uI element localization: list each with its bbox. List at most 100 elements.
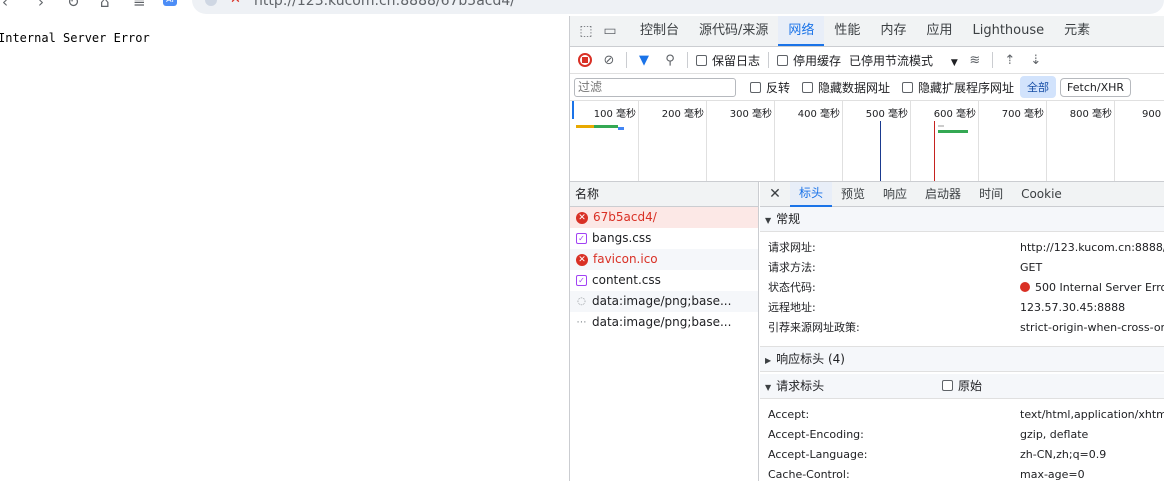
header-key: 请求网址:: [768, 241, 816, 254]
back-icon[interactable]: ‹: [2, 0, 8, 10]
hide-extension-urls-checkbox[interactable]: 隐藏扩展程序网址: [902, 79, 1014, 96]
checkbox-icon[interactable]: [802, 81, 814, 93]
section-title: 响应标头 (4): [776, 352, 845, 366]
tab-headers[interactable]: 标头: [790, 182, 833, 207]
record-button[interactable]: [578, 53, 592, 67]
reload-icon[interactable]: ↻: [67, 0, 80, 10]
raw-checkbox[interactable]: 原始: [942, 374, 982, 399]
header-key: Accept:: [768, 408, 810, 421]
network-overview[interactable]: 100 毫秒 200 毫秒 300 毫秒 400 毫秒 500 毫秒 600 毫…: [570, 101, 1164, 182]
header-row: 引荐来源网址政策: strict-origin-when-cross-origi…: [760, 318, 1164, 338]
tick-label: 700 毫秒: [1001, 109, 1044, 120]
raw-label: 原始: [958, 379, 983, 393]
device-toolbar-icon[interactable]: ▭: [598, 16, 622, 46]
list-item[interactable]: ✓ content.css: [570, 270, 758, 291]
page-body-text: Internal Server Error: [0, 31, 150, 45]
hide-data-urls-checkbox[interactable]: 隐藏数据网址: [802, 79, 890, 96]
tab-memory[interactable]: 内存: [870, 16, 916, 46]
error-icon: ✕: [576, 211, 588, 224]
throttle-label: 已停用节流模式: [849, 53, 934, 68]
tick-label: 800 毫秒: [1069, 109, 1112, 120]
request-name: data:image/png;base...: [592, 294, 732, 308]
download-icon[interactable]: ⇣: [1027, 53, 1045, 68]
tab-timing[interactable]: 时间: [970, 182, 1012, 206]
response-headers-section-header[interactable]: ▶ 响应标头 (4): [760, 347, 1164, 372]
list-item[interactable]: ⋯ data:image/png;base...: [570, 312, 758, 333]
close-icon[interactable]: ✕: [760, 186, 790, 202]
list-header-name[interactable]: 名称: [570, 182, 758, 207]
ai-assistant-icon[interactable]: AI: [163, 0, 177, 6]
hide-extension-urls-label: 隐藏扩展程序网址: [918, 80, 1015, 95]
list-item[interactable]: ✓ bangs.css: [570, 228, 758, 249]
checkbox-icon[interactable]: [942, 380, 953, 391]
network-conditions-icon[interactable]: ≋: [966, 53, 984, 68]
clear-icon[interactable]: ⊘: [600, 53, 618, 68]
filter-bar: 反转 隐藏数据网址 隐藏扩展程序网址 全部 Fetch/XHR: [570, 74, 1164, 101]
image-icon: ⋯: [576, 317, 587, 328]
tab-lighthouse[interactable]: Lighthouse: [962, 16, 1054, 46]
list-item[interactable]: ◌ data:image/png;base...: [570, 291, 758, 312]
not-secure-icon: ✕: [230, 0, 241, 8]
header-row: 状态代码: 500 Internal Server Error: [760, 278, 1164, 298]
checkbox-icon[interactable]: [902, 81, 914, 93]
tick-label: 600 毫秒: [933, 109, 976, 120]
throttle-select[interactable]: 已停用节流模式 ▼: [849, 52, 958, 69]
url-text[interactable]: http://123.kucom.cn:8888/67b5acd4/: [254, 0, 515, 9]
overview-bar-stalled: [938, 125, 944, 127]
tab-application[interactable]: 应用: [916, 16, 962, 46]
request-name: 67b5acd4/: [593, 210, 657, 224]
request-name: content.css: [592, 273, 661, 287]
header-key: Cache-Control:: [768, 468, 850, 481]
reading-list-icon[interactable]: ≡: [133, 0, 146, 10]
tab-console[interactable]: 控制台: [630, 16, 689, 46]
filter-fetch-xhr-chip[interactable]: Fetch/XHR: [1060, 77, 1132, 97]
checkbox-icon[interactable]: [750, 81, 761, 93]
domcontentloaded-line: [880, 121, 881, 181]
header-key: 引荐来源网址政策:: [768, 321, 860, 334]
tab-initiator[interactable]: 启动器: [916, 182, 970, 206]
tab-network[interactable]: 网络: [778, 16, 825, 46]
tick-label: 500 毫秒: [865, 109, 908, 120]
header-row: 远程地址: 123.57.30.45:8888: [760, 298, 1164, 318]
invert-checkbox[interactable]: 反转: [750, 79, 790, 96]
checkbox-icon[interactable]: [696, 54, 707, 66]
disable-cache-checkbox[interactable]: 停用缓存: [777, 52, 841, 69]
tab-cookies[interactable]: Cookie: [1012, 182, 1071, 206]
filter-all-chip[interactable]: 全部: [1020, 76, 1057, 98]
request-name: data:image/png;base...: [592, 315, 732, 329]
general-section-header[interactable]: ▼ 常规: [760, 207, 1164, 232]
tick-label: 100 毫秒: [593, 109, 636, 120]
tab-elements[interactable]: 元素: [1054, 16, 1100, 46]
forward-icon[interactable]: ›: [38, 0, 44, 10]
list-item[interactable]: ✕ 67b5acd4/: [570, 207, 758, 228]
overview-cursor[interactable]: [572, 101, 574, 119]
filter-input[interactable]: [574, 77, 736, 97]
invert-label: 反转: [766, 80, 791, 95]
preserve-log-checkbox[interactable]: 保留日志: [696, 52, 760, 69]
devtools-panel: ⬚ ▭ 控制台 源代码/来源 网络 性能 内存 应用 Lighthouse 元素…: [569, 16, 1164, 481]
request-headers-section-header[interactable]: ▼ 请求标头 原始: [760, 374, 1164, 399]
tab-performance[interactable]: 性能: [824, 16, 870, 46]
overview-bar-waiting: [576, 125, 594, 128]
tab-response[interactable]: 响应: [874, 182, 916, 206]
image-icon: ◌: [577, 296, 586, 307]
triangle-down-icon: ▼: [765, 383, 772, 392]
search-icon[interactable]: ⚲: [661, 53, 679, 68]
checkbox-icon[interactable]: [777, 54, 789, 66]
tab-sources[interactable]: 源代码/来源: [689, 16, 778, 46]
upload-icon[interactable]: ⇡: [1001, 53, 1019, 68]
overview-gridline: [1114, 101, 1115, 181]
devtools-tabbar: ⬚ ▭ 控制台 源代码/来源 网络 性能 内存 应用 Lighthouse 元素: [570, 16, 1164, 47]
list-item[interactable]: ✕ favicon.ico: [570, 249, 758, 270]
divider: [687, 52, 688, 68]
overview-gridline: [638, 101, 639, 181]
tab-preview[interactable]: 预览: [832, 182, 874, 206]
overview-gridline: [910, 101, 911, 181]
home-icon[interactable]: ⌂: [100, 0, 110, 10]
tick-label: 300 毫秒: [729, 109, 772, 120]
header-value: zh-CN,zh;q=0.9: [1020, 448, 1107, 461]
inspect-element-icon[interactable]: ⬚: [574, 16, 598, 46]
filter-icon[interactable]: ▼: [635, 53, 653, 68]
network-toolbar: ⊘ ▼ ⚲ 保留日志 停用缓存 已停用节流模式 ▼ ≋ ⇡ ⇣: [570, 47, 1164, 74]
chevron-down-icon[interactable]: ▼: [951, 58, 958, 68]
